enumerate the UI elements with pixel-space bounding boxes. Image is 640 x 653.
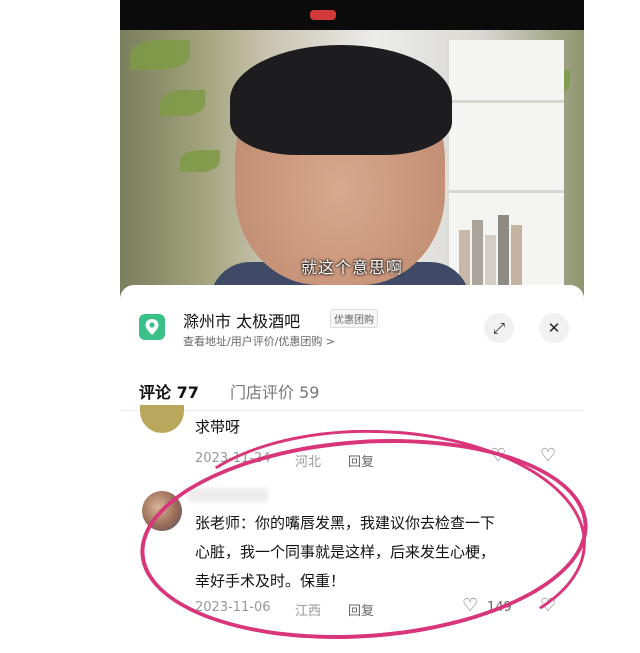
comment-region: 河北 bbox=[295, 455, 322, 470]
expand-icon: ⤢ bbox=[492, 319, 505, 337]
plant-leaf bbox=[130, 40, 190, 70]
comment-text-line-3: 幸好手术及时。保重！ bbox=[195, 572, 346, 590]
video-player[interactable]: 就这个意思啊 bbox=[120, 0, 584, 300]
tab-divider bbox=[120, 410, 584, 411]
location-pin-icon[interactable] bbox=[139, 314, 165, 340]
location-name[interactable]: 滁州市 太极酒吧 bbox=[183, 308, 300, 332]
like-icon[interactable]: ♡ bbox=[490, 445, 506, 466]
location-subtitle-link[interactable]: 查看地址/用户评价/优惠团购 > bbox=[183, 333, 335, 349]
reply-button[interactable]: 回复 bbox=[348, 600, 374, 619]
comment-region: 江西 bbox=[295, 604, 322, 619]
comments-sheet: 滁州市 太极酒吧 优惠团购 查看地址/用户评价/优惠团购 > ⤢ ✕ 评论 77… bbox=[120, 285, 584, 634]
video-top-bar bbox=[120, 0, 584, 30]
like-icon[interactable]: ♡ bbox=[462, 595, 478, 616]
video-top-mark bbox=[310, 10, 336, 20]
comment-text-line-2: 心脏，我一个同事就是这样，后来发生心梗， bbox=[195, 543, 496, 561]
like-count: 149 bbox=[487, 600, 512, 615]
comment-text: 求带呀 bbox=[195, 418, 241, 436]
books bbox=[459, 210, 529, 290]
dislike-icon[interactable]: ♡ bbox=[540, 445, 556, 466]
tab-comments[interactable]: 评论 77 bbox=[139, 379, 199, 403]
tab-store-reviews[interactable]: 门店评价 59 bbox=[230, 379, 319, 403]
blurred-username bbox=[188, 488, 268, 502]
expand-button[interactable]: ⤢ bbox=[484, 313, 514, 343]
comment-date: 2023-11-24 bbox=[195, 451, 271, 466]
video-subtitle: 就这个意思啊 bbox=[300, 258, 403, 277]
avatar[interactable] bbox=[142, 491, 182, 531]
comment-date: 2023-11-06 bbox=[195, 600, 271, 615]
comment-text-line-1: 张老师：你的嘴唇发黑，我建议你去检查一下 bbox=[195, 514, 496, 532]
deal-badge: 优惠团购 bbox=[330, 309, 378, 328]
reply-button[interactable]: 回复 bbox=[348, 451, 374, 470]
close-button[interactable]: ✕ bbox=[539, 313, 569, 343]
plant-leaf bbox=[180, 150, 220, 172]
plant-leaf bbox=[160, 90, 205, 116]
dislike-icon[interactable]: ♡ bbox=[540, 595, 556, 616]
avatar[interactable] bbox=[140, 405, 184, 433]
close-icon: ✕ bbox=[547, 319, 561, 337]
person-hair bbox=[230, 45, 452, 155]
